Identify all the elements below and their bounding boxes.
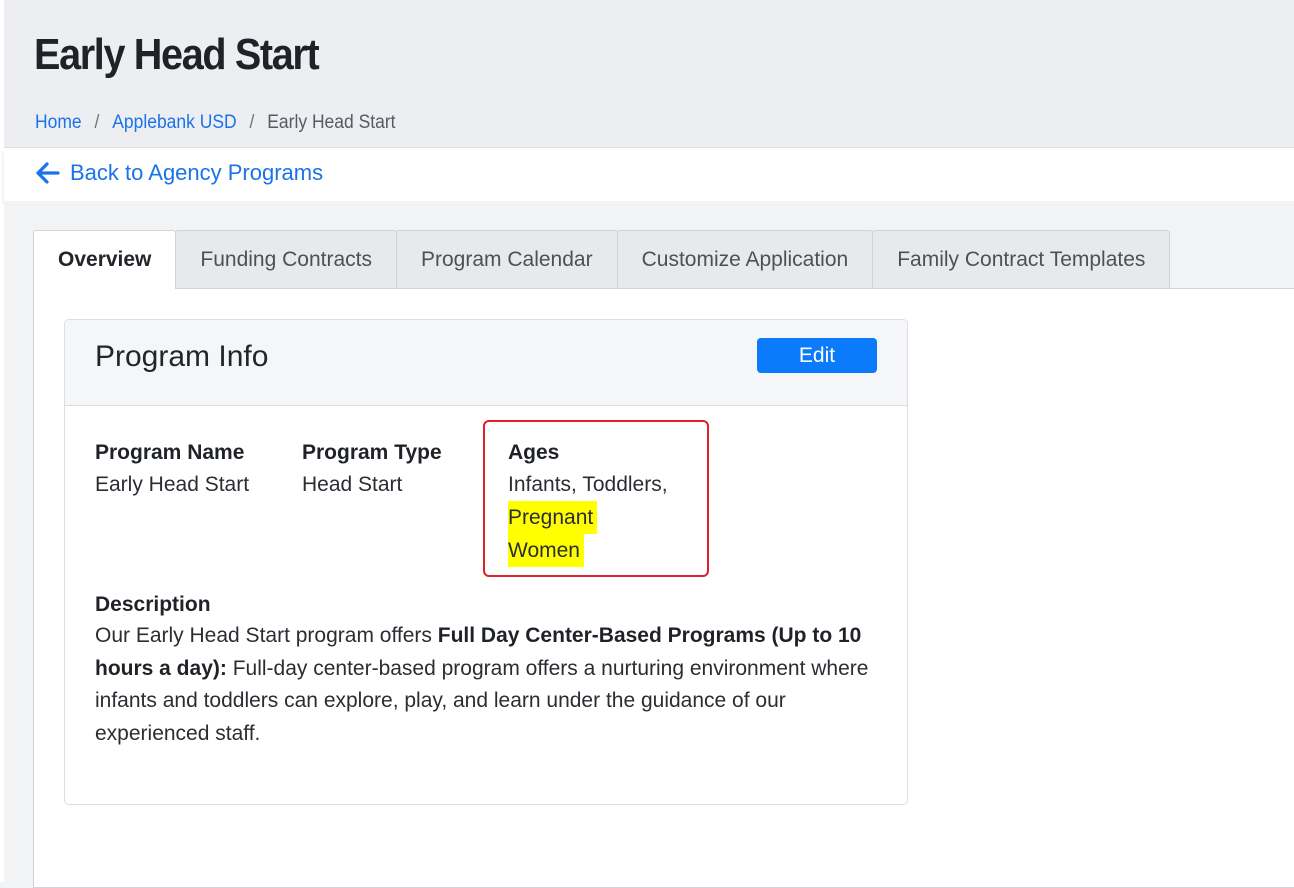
breadcrumb-current: Early Head Start bbox=[267, 112, 396, 133]
tab-bar: Overview Funding Contracts Program Calen… bbox=[33, 230, 1171, 289]
breadcrumb-separator: / bbox=[94, 112, 100, 133]
back-link-label: Back to Agency Programs bbox=[70, 160, 324, 185]
tab-family-contract-templates[interactable]: Family Contract Templates bbox=[872, 230, 1171, 288]
description-text: Our Early Head Start program offers Full… bbox=[95, 620, 885, 750]
tab-program-calendar[interactable]: Program Calendar bbox=[396, 230, 618, 288]
tab-funding-contracts[interactable]: Funding Contracts bbox=[175, 230, 397, 288]
program-name-field: Program Name Early Head Start bbox=[95, 438, 249, 501]
program-type-field: Program Type Head Start bbox=[302, 438, 442, 501]
main-content: Overview Funding Contracts Program Calen… bbox=[4, 201, 1294, 888]
breadcrumb: Home / Applebank USD / Early Head Start bbox=[35, 112, 396, 134]
back-to-agency-programs-link[interactable]: Back to Agency Programs bbox=[36, 160, 323, 186]
card-title: Program Info bbox=[95, 340, 269, 373]
program-name-label: Program Name bbox=[95, 441, 245, 464]
program-name-value: Early Head Start bbox=[95, 473, 250, 496]
tab-panel-overview: Program Info Edit Program Name Early Hea… bbox=[33, 288, 1294, 888]
edit-button[interactable]: Edit bbox=[757, 338, 877, 373]
back-bar: Back to Agency Programs bbox=[4, 148, 1294, 201]
ages-annotation-box bbox=[483, 420, 709, 577]
breadcrumb-agency-link[interactable]: Applebank USD bbox=[112, 112, 236, 134]
tab-overview[interactable]: Overview bbox=[33, 230, 177, 289]
program-type-value: Head Start bbox=[302, 473, 403, 496]
description-field: Description Our Early Head Start program… bbox=[95, 590, 885, 750]
page-title: Early Head Start bbox=[34, 30, 320, 79]
breadcrumb-home-link[interactable]: Home bbox=[35, 112, 82, 134]
page-header: Early Head Start Home / Applebank USD / … bbox=[4, 0, 1294, 148]
description-label: Description bbox=[95, 593, 211, 616]
breadcrumb-separator: / bbox=[249, 112, 255, 133]
description-intro: Our Early Head Start program offers bbox=[95, 624, 438, 647]
tab-customize-application[interactable]: Customize Application bbox=[616, 230, 874, 288]
program-type-label: Program Type bbox=[302, 441, 442, 464]
arrow-left-icon bbox=[36, 162, 60, 184]
card-header: Program Info Edit bbox=[65, 320, 907, 406]
program-info-card: Program Info Edit Program Name Early Hea… bbox=[64, 319, 908, 805]
